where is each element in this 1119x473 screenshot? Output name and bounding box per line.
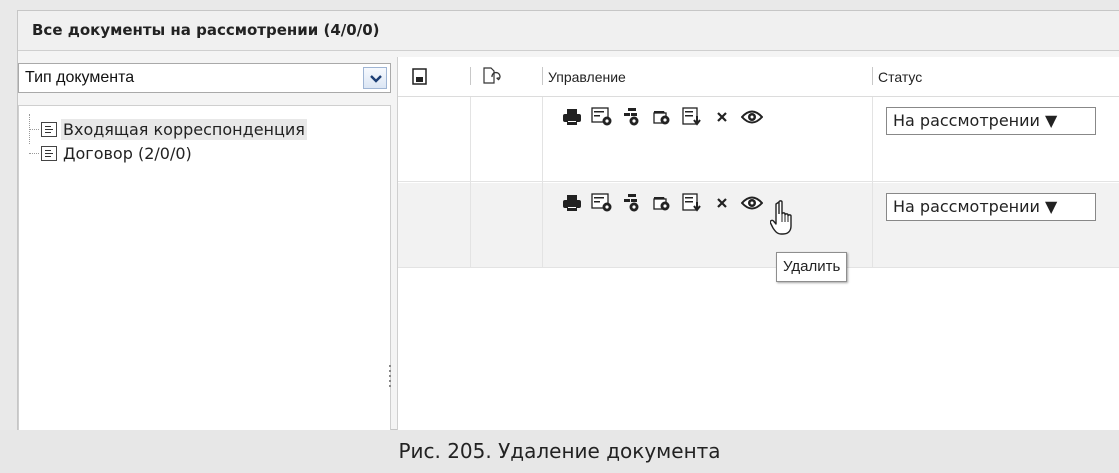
column-management-header[interactable]: Управление xyxy=(548,57,626,97)
column-separator xyxy=(542,67,543,85)
document-type-select-value: Тип документа xyxy=(25,69,135,86)
table-row[interactable]: На рассмотрении ▼ xyxy=(398,97,1119,182)
column-status-header[interactable]: Статус xyxy=(878,57,922,97)
column-divider xyxy=(542,97,543,267)
column-divider xyxy=(470,97,471,267)
print-button[interactable] xyxy=(560,107,584,127)
view-card-button[interactable] xyxy=(590,193,614,213)
document-type-icon xyxy=(41,145,57,161)
history-button[interactable] xyxy=(650,193,674,213)
status-select[interactable]: На рассмотрении ▼ xyxy=(886,193,1096,221)
export-button[interactable] xyxy=(680,193,704,213)
table-row[interactable]: На рассмотрении ▼ xyxy=(398,183,1119,268)
figure-caption: Рис. 205. Удаление документа xyxy=(0,430,1119,473)
delete-tooltip: Удалить xyxy=(776,252,848,282)
tree-item-incoming[interactable]: Входящая корреспонденция xyxy=(29,118,307,140)
route-button[interactable] xyxy=(620,107,644,127)
export-icon xyxy=(682,107,701,126)
preview-button[interactable] xyxy=(740,107,764,127)
tree-connector xyxy=(29,152,39,154)
preview-button[interactable] xyxy=(740,193,764,213)
document-type-tree: Входящая корреспонденция Договор (2/0/0) xyxy=(18,105,391,431)
eye-icon xyxy=(741,196,763,210)
delete-button[interactable] xyxy=(710,193,734,213)
print-icon xyxy=(563,109,581,125)
column-divider xyxy=(872,97,873,267)
document-type-select[interactable]: Тип документа xyxy=(18,63,391,93)
column-doc-icon-header[interactable] xyxy=(412,57,428,97)
route-icon xyxy=(624,108,639,126)
view-card-icon xyxy=(591,107,612,126)
print-button[interactable] xyxy=(560,193,584,213)
tree-item-contract[interactable]: Договор (2/0/0) xyxy=(29,142,194,164)
tree-item-label: Договор (2/0/0) xyxy=(63,143,192,163)
route-button[interactable] xyxy=(620,193,644,213)
status-select[interactable]: На рассмотрении ▼ xyxy=(886,107,1096,135)
chevron-down-icon xyxy=(370,75,382,83)
grid-header: Управление Статус xyxy=(398,57,1119,97)
view-card-icon xyxy=(591,193,612,212)
export-button[interactable] xyxy=(680,107,704,127)
delete-button[interactable] xyxy=(710,107,734,127)
panel-title: Все документы на рассмотрении (4/0/0) xyxy=(18,11,1119,51)
column-separator xyxy=(470,67,471,85)
document-icon xyxy=(412,68,427,85)
row-actions xyxy=(560,107,770,127)
history-icon xyxy=(653,197,670,211)
view-card-button[interactable] xyxy=(590,107,614,127)
print-icon xyxy=(563,195,581,211)
delete-icon xyxy=(717,198,727,208)
pane-splitter[interactable] xyxy=(388,365,392,395)
row-actions xyxy=(560,193,770,213)
document-type-icon xyxy=(41,121,57,137)
export-icon xyxy=(682,193,701,212)
dropdown-button[interactable] xyxy=(363,67,387,89)
column-separator xyxy=(872,67,873,85)
left-pane: Тип документа Входящая корреспонденция Д… xyxy=(18,57,396,431)
eye-icon xyxy=(741,110,763,124)
documents-panel: Все документы на рассмотрении (4/0/0) Ти… xyxy=(17,10,1119,431)
route-icon xyxy=(624,194,639,212)
documents-grid: Управление Статус На рассмотрении ▼ На р… xyxy=(397,57,1119,431)
column-sync-header[interactable] xyxy=(482,57,502,97)
history-icon xyxy=(653,111,670,125)
delete-icon xyxy=(717,112,727,122)
tree-item-label: Входящая корреспонденция xyxy=(61,118,307,140)
document-refresh-icon xyxy=(483,67,501,84)
tree-connector xyxy=(29,128,39,130)
hand-pointer-icon xyxy=(770,200,792,235)
history-button[interactable] xyxy=(650,107,674,127)
